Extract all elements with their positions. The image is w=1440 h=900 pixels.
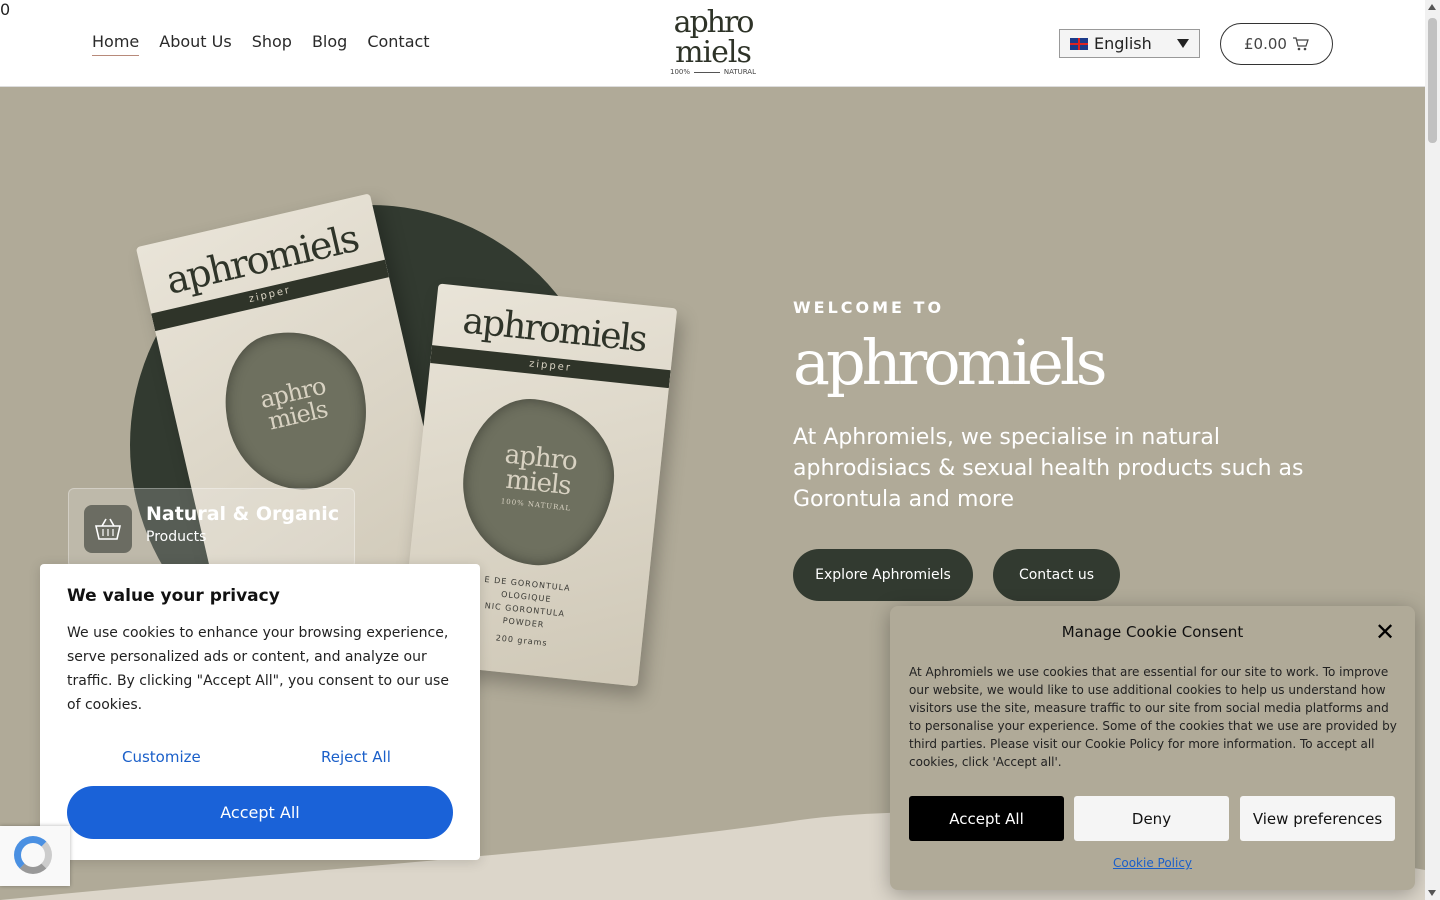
contact-button[interactable]: Contact us [993,549,1120,601]
natural-organic-badge: Natural & Organic Products [68,488,355,568]
consent-body: At Aphromiels we use cookies that are es… [909,665,1397,769]
view-preferences-button[interactable]: View preferences [1240,796,1395,841]
hero-brand: aphromiels [793,326,1108,399]
nav-shop[interactable]: Shop [252,32,292,56]
site-header: Home About Us Shop Blog Contact aphro mi… [0,0,1425,87]
cookie-consent-dialog: Manage Cookie Consent ✕ At Aphromiels we… [890,606,1415,890]
logo-tag-right: NATURAL [723,68,756,76]
cart-button[interactable]: £0.00 [1220,23,1333,65]
badge-title: Natural & Organic [146,503,340,525]
uk-flag-icon [1070,37,1088,50]
logo-tag-left: 100% [670,68,691,76]
nav-contact[interactable]: Contact [367,32,429,56]
customize-button[interactable]: Customize [122,748,201,766]
scrollbar-thumb[interactable] [1428,18,1437,143]
cart-total: £0.00 [1244,35,1287,53]
site-logo[interactable]: aphro miels 100% NATURAL [668,8,758,80]
cart-count-badge: 0 [0,0,11,19]
privacy-popup: We value your privacy We use cookies to … [40,564,480,860]
logo-line-2: miels [675,35,752,70]
scroll-down-arrow-icon[interactable] [1428,890,1436,896]
close-icon[interactable]: ✕ [1375,620,1395,644]
hero-welcome: WELCOME TO [793,298,945,317]
recaptcha-icon [14,836,52,874]
privacy-text: We use cookies to enhance your browsing … [67,625,449,713]
nav-home[interactable]: Home [92,32,140,56]
consent-deny-button[interactable]: Deny [1074,796,1229,841]
logo-divider [694,71,720,73]
main-nav: Home About Us Shop Blog Contact [92,32,430,56]
hero-description: At Aphromiels, we specialise in natural … [793,425,1304,512]
nav-blog[interactable]: Blog [312,32,347,56]
logo-line-1: aphro [673,5,755,40]
reject-all-button[interactable]: Reject All [321,748,391,766]
scroll-up-arrow-icon[interactable] [1428,4,1436,10]
nav-about-us[interactable]: About Us [159,32,231,56]
page-scrollbar[interactable] [1425,0,1440,900]
language-label: English [1094,34,1152,53]
caret-down-icon [1177,39,1189,48]
privacy-title: We value your privacy [67,586,280,606]
cart-icon [1292,37,1309,51]
cookie-policy-link[interactable]: Cookie Policy [890,856,1415,870]
language-selector[interactable]: English [1059,29,1200,58]
consent-title: Manage Cookie Consent [1061,623,1244,641]
consent-accept-all-button[interactable]: Accept All [909,796,1064,841]
privacy-accept-all-button[interactable]: Accept All [67,786,453,839]
explore-button[interactable]: Explore Aphromiels [793,549,973,601]
basket-icon [84,505,132,553]
badge-subtitle: Products [146,529,207,545]
recaptcha-badge[interactable] [0,826,70,886]
